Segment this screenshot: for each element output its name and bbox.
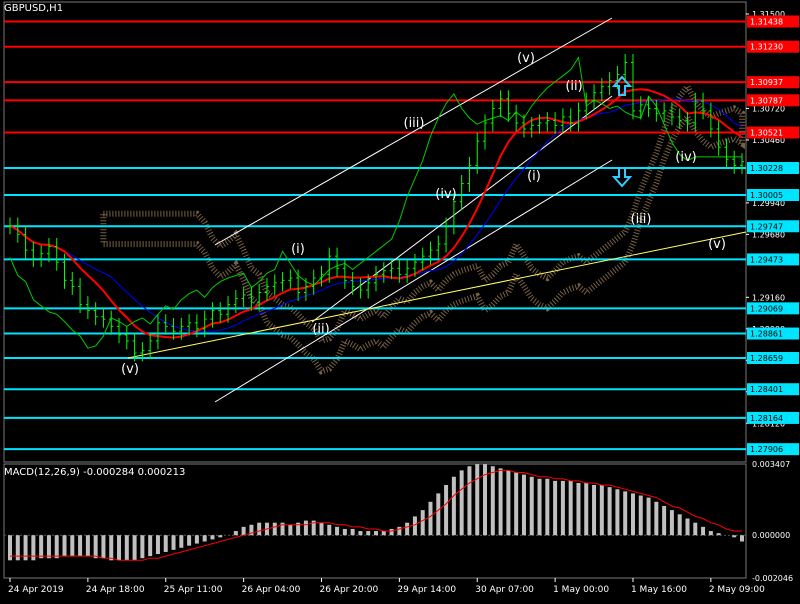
wave-label: (v) xyxy=(708,237,726,252)
time-tick-label: 1 May 16:00 xyxy=(631,585,687,595)
time-tick-label: 30 Apr 07:00 xyxy=(475,585,534,595)
price-tick-label: 1.29160 xyxy=(752,293,785,302)
resistance-level-label: 1.30521 xyxy=(750,129,783,138)
time-tick-label: 24 Apr 2019 xyxy=(8,585,64,595)
support-level-label: 1.28164 xyxy=(750,414,783,423)
support-level-label: 1.29747 xyxy=(750,222,783,231)
macd-tick-label: 0.000000 xyxy=(752,531,790,540)
time-tick-label: 2 May 09:00 xyxy=(709,585,765,595)
time-tick-label: 24 Apr 18:00 xyxy=(86,585,145,595)
symbol-title: GBPUSD,H1 xyxy=(4,3,64,14)
wave-label: (iii) xyxy=(631,212,652,227)
channel-upper-line xyxy=(214,17,613,246)
time-tick-label: 26 Apr 04:00 xyxy=(242,585,301,595)
wave-label: (i) xyxy=(527,169,541,184)
yellow-trend-line xyxy=(127,231,747,359)
time-tick-label: 25 Apr 11:00 xyxy=(164,585,223,595)
support-level-label: 1.28861 xyxy=(750,330,783,339)
up-arrow-icon xyxy=(611,75,633,96)
time-axis: 24 Apr 2019 24 Apr 18:00 25 Apr 11:00 26 Ap… xyxy=(8,578,765,595)
trend-lines xyxy=(127,17,747,403)
wave-label: (ii) xyxy=(565,79,582,94)
macd-tick-label: -0.002046 xyxy=(752,574,793,583)
time-tick-label: 26 Apr 20:00 xyxy=(319,585,378,595)
chart-canvas: (v) (i) (ii) (iii) (iv) (v) (i) (ii) (iii) (iv) (v… xyxy=(3,1,799,595)
support-level-label: 1.29069 xyxy=(750,304,783,313)
price-axis: 1.315001.307201.304601.299401.296801.291… xyxy=(746,10,799,583)
support-level-label: 1.28401 xyxy=(750,385,783,394)
support-level-label: 1.29473 xyxy=(750,255,783,264)
macd-tick-label: 0.003407 xyxy=(752,460,790,469)
wave-label: (v) xyxy=(517,51,535,66)
wave-label: (v) xyxy=(121,362,139,377)
support-level-label: 1.27906 xyxy=(750,445,783,454)
wave-label: (ii) xyxy=(312,322,329,337)
support-level-label: 1.30005 xyxy=(750,191,783,200)
wave-label: (iii) xyxy=(404,116,425,131)
time-tick-label: 29 Apr 14:00 xyxy=(397,585,456,595)
time-tick-label: 1 May 00:00 xyxy=(553,585,609,595)
chart-window: (v) (i) (ii) (iii) (iv) (v) (i) (ii) (iii) (iv) (v… xyxy=(0,0,800,600)
wave-label: (iv) xyxy=(675,150,696,165)
wave-label: (iv) xyxy=(435,187,456,202)
down-arrow-icon xyxy=(611,167,633,188)
resistance-level-label: 1.31230 xyxy=(750,43,783,52)
support-level-label: 1.30228 xyxy=(750,164,783,173)
support-level-label: 1.28659 xyxy=(750,354,783,363)
main-panel-frame xyxy=(3,1,747,463)
macd-title: MACD(12,26,9) -0.000284 0.000213 xyxy=(4,467,186,478)
resistance-level-label: 1.30937 xyxy=(750,78,783,87)
resistance-level-label: 1.30787 xyxy=(750,96,783,105)
resistance-level-label: 1.31438 xyxy=(750,18,783,27)
macd-panel xyxy=(8,464,744,561)
wave-label: (i) xyxy=(291,242,305,257)
